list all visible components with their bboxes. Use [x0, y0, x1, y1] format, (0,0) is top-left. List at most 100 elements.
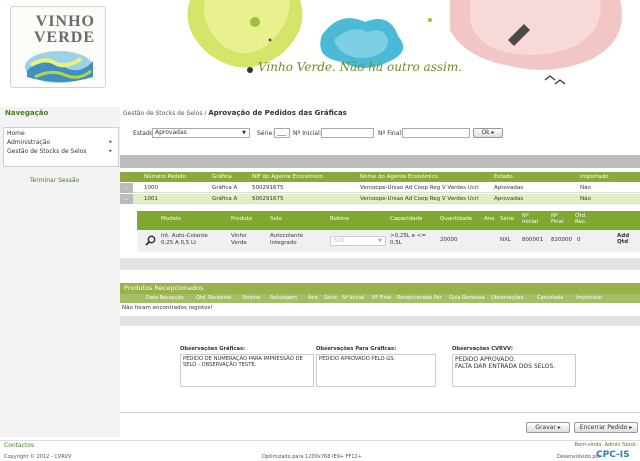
col-numero-pedido[interactable]: Número Pedido	[144, 172, 186, 182]
cell-quantidade: 20000	[440, 237, 458, 243]
col-data-recepcao[interactable]: Data Recepção	[146, 294, 184, 303]
col-observacoes[interactable]: Observações	[491, 294, 523, 303]
col-rotulagem[interactable]: Rotulagem	[270, 294, 297, 303]
col-qtd-rec[interactable]: Qtd. Rec.	[575, 213, 589, 225]
col-modelo[interactable]: Modelo	[161, 216, 181, 222]
logo-text-bottom: VERDE	[33, 29, 95, 46]
col-n-inicial[interactable]: Nº Inicial	[522, 213, 540, 225]
close-order-button[interactable]: Encerrar Pedido ▸	[574, 422, 638, 433]
nav-title: Navegação	[5, 109, 49, 117]
col-qtd-recebida[interactable]: Qtd. Recebida	[196, 294, 231, 303]
logout-link[interactable]: Terminar Sessão	[30, 177, 79, 184]
final-input[interactable]	[402, 128, 470, 138]
cell-importado: Não	[580, 196, 591, 202]
contacts-link[interactable]: Contactos	[4, 442, 34, 449]
col-serie[interactable]: Série	[500, 216, 514, 222]
nav-item-administracao[interactable]: Administração ▸	[4, 138, 118, 147]
optimized-note: Optimizado para 1200x768 IE9+ FF12+	[262, 454, 362, 460]
logo-waves-icon	[25, 51, 93, 83]
subtable-row: Int. Auto-Colante 0,25 A 0,5 Lt Vinho Ve…	[137, 230, 640, 252]
nav-item-home[interactable]: Home	[4, 129, 118, 138]
cell-capacidade-2: 0,5L	[390, 240, 402, 246]
col-ano[interactable]: Ano	[308, 294, 318, 303]
bobine-select[interactable]: 500 ▼	[330, 236, 386, 246]
col-estado[interactable]: Estado	[494, 172, 513, 182]
col-grafica[interactable]: Gráfica	[212, 172, 232, 182]
ok-button[interactable]: Ok ▸	[473, 128, 503, 138]
col-recepcionado-por[interactable]: Recepcionado Por	[397, 294, 442, 303]
cell-modelo-2: 0,25 A 0,5 Lt	[161, 240, 197, 246]
sidebar: Navegação Home Administração ▸ Gestão de…	[0, 107, 120, 437]
collapse-icon[interactable]: ⌄	[120, 194, 133, 204]
nav-item-label: Home	[7, 130, 25, 137]
cell-serie: NXL	[500, 237, 511, 243]
banner-slogan: Vinho Verde. Não há outro assim.	[258, 60, 463, 74]
col-cancelada[interactable]: Cancelada	[537, 294, 563, 303]
table-footer-strip	[120, 258, 640, 270]
empty-message: Não foram encontrados registos!	[122, 305, 213, 311]
developed-by: Desenvolvido por	[557, 454, 601, 460]
col-n-final[interactable]: Nº Final	[551, 213, 567, 225]
add-qtd-link[interactable]: Add Qtd	[617, 233, 629, 245]
cell-qtd-rec: 0	[577, 237, 581, 243]
breadcrumb-parent[interactable]: Gestão de Stocks de Selos /	[123, 110, 206, 117]
cell-selo-2: Integrado	[270, 240, 297, 246]
cell-numero: 1000	[144, 185, 158, 191]
expand-icon[interactable]: ›	[120, 183, 133, 193]
footer: Contactos Copyright © 2012 - CVRVV Optim…	[0, 440, 640, 461]
col-nome[interactable]: Nome do Agente Económico	[360, 172, 438, 182]
col-n-final[interactable]: Nº Final	[372, 294, 391, 303]
banner-illustration	[187, 0, 622, 85]
logo[interactable]: VINHO VERDE	[10, 6, 106, 88]
cell-nome: Vercoope-Uniao Ad Coop Reg V Verdes Ucrl	[360, 185, 479, 191]
header-banner: VINHO VERDE Vinho Verde. Não há outro as…	[0, 0, 640, 100]
produtos-footer-strip	[120, 316, 640, 326]
save-button[interactable]: Gravar ▸	[526, 422, 570, 433]
col-bobine[interactable]: Bobine	[330, 216, 349, 222]
obs-cvrvv-line-1: PEDIDO APROVADO.	[455, 356, 516, 363]
copyright: Copyright © 2012 - CVRVV	[4, 454, 72, 460]
obs-para-graficas-label: Observações Para Gráficas:	[316, 346, 397, 352]
nav-item-gestao-stocks[interactable]: Gestão de Stocks de Selos ▸	[4, 147, 118, 156]
col-nif[interactable]: NIF do Agente Económico	[252, 172, 323, 182]
search-icon[interactable]	[145, 235, 156, 246]
chevron-right-icon: ▸	[109, 139, 112, 145]
col-serie[interactable]: Série	[324, 294, 337, 303]
cell-n-inicial: 800001	[522, 237, 543, 243]
welcome-text: Bem-vindo: Admin Stock	[574, 442, 636, 448]
table-row[interactable]: › 1000 Gráfica A 500291675 Vercoope-Unia…	[120, 183, 640, 193]
breadcrumb: Gestão de Stocks de Selos / Aprovação de…	[123, 109, 347, 117]
page-title: Aprovação de Pedidos das Gráficas	[208, 109, 347, 117]
nav-item-label: Administração	[7, 139, 51, 146]
obs-cvrvv-textarea[interactable]: PEDIDO APROVADO. FALTA DAR ENTRADA DOS S…	[452, 354, 576, 387]
subtable-header: Modelo Produto Selo Bobine Capacidade Qu…	[137, 211, 640, 230]
col-produto[interactable]: Produto	[231, 216, 252, 222]
serie-input[interactable]: ___	[274, 128, 290, 138]
cell-produto-1: Vinho	[231, 233, 247, 239]
inicial-input[interactable]	[321, 128, 374, 138]
developer-logo[interactable]: CPC-IS	[596, 450, 630, 460]
table-row-selected[interactable]: ⌄ 1001 Gráfica A 500291675 Vercoope-Unia…	[120, 194, 640, 204]
col-capacidade[interactable]: Capacidade	[390, 216, 422, 222]
estado-select-value: Aprovadas	[155, 129, 187, 136]
cell-estado: Aprovadas	[494, 185, 524, 191]
final-label: Nº Final:	[378, 130, 404, 137]
col-selo[interactable]: Selo	[270, 216, 282, 222]
obs-cvrvv-label: Observações CVRVV:	[452, 346, 513, 352]
col-n-inicial[interactable]: Nº Inicial	[342, 294, 364, 303]
cell-numero: 1001	[144, 196, 158, 202]
col-importado[interactable]: Importado	[576, 294, 602, 303]
chevron-right-icon: ▸	[109, 148, 112, 154]
nav-item-label: Gestão de Stocks de Selos	[7, 148, 87, 155]
col-quantidade[interactable]: Quantidade	[440, 216, 472, 222]
col-guia-remessa[interactable]: Guia Remessa	[449, 294, 485, 303]
obs-cvrvv-line-2: FALTA DAR ENTRADA DOS SELOS.	[455, 363, 556, 370]
col-bobine[interactable]: Bobine	[243, 294, 260, 303]
nav-menu: Home Administração ▸ Gestão de Stocks de…	[3, 127, 119, 167]
col-importado[interactable]: Importado	[580, 172, 608, 182]
estado-select[interactable]: Aprovadas ▼	[152, 128, 250, 138]
obs-para-graficas-text: PEDIDO APROVADO PELO GS.	[316, 354, 436, 387]
bobine-value: 500	[334, 238, 345, 244]
col-ano[interactable]: Ano	[484, 216, 495, 222]
produtos-header: Data Recepção Qtd. Recebida Bobine Rotul…	[120, 294, 640, 303]
